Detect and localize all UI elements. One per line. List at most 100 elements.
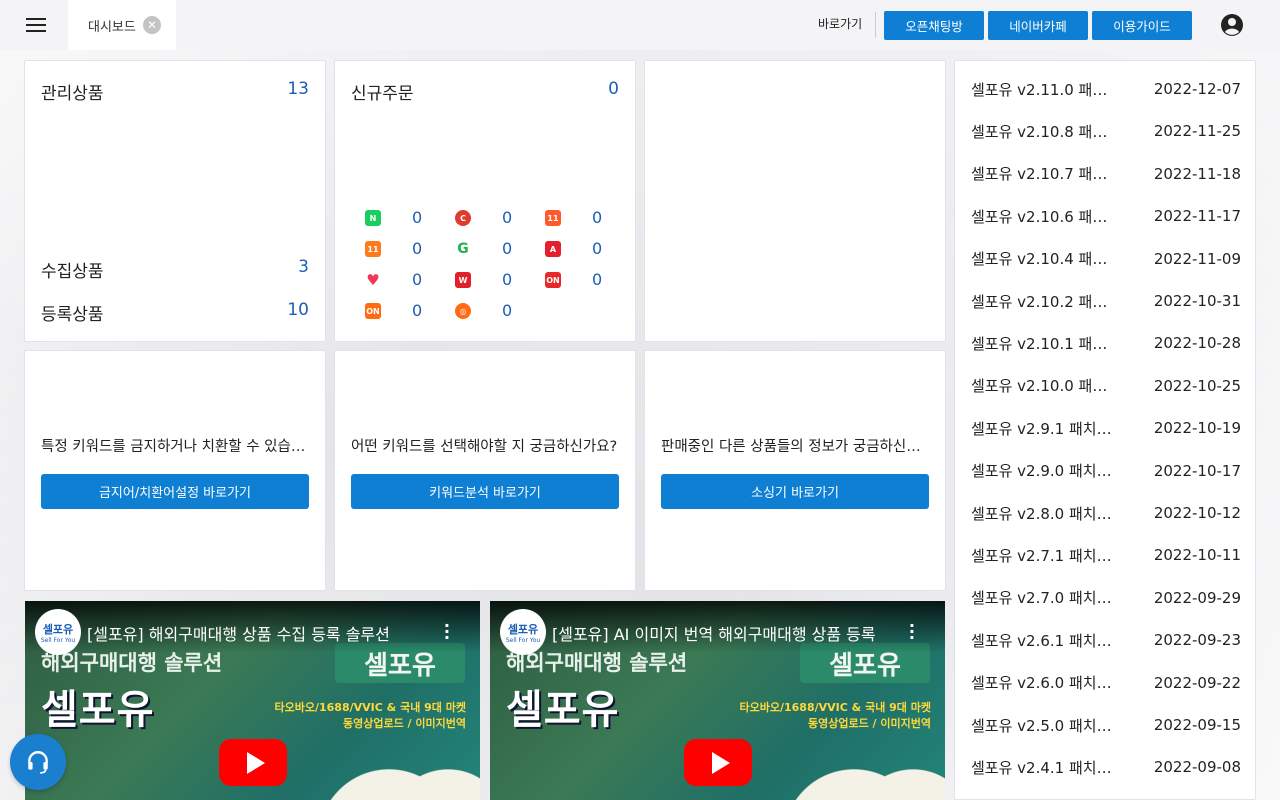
close-icon[interactable]: ✕ [143,16,161,34]
notice-item[interactable]: 셀포유 v2.10.0 패치노트 2022-10-25 [971,365,1241,407]
notice-date: 2022-09-22 [1153,673,1241,692]
notice-date: 2022-10-12 [1153,504,1241,522]
sourcing-button[interactable]: 소싱기 바로가기 [661,474,929,509]
market-order-count[interactable]: 0 [502,208,512,227]
promo-text: 특정 키워드를 금지하거나 치환할 수 있습니다. [41,439,309,455]
collected-products-label: 수집상품 [41,262,104,282]
market-order-count[interactable]: 0 [592,239,602,258]
forbidden-words-button[interactable]: 금지어/치환어설정 바로가기 [41,474,309,509]
notice-date: 2022-11-17 [1153,207,1241,226]
notice-item[interactable]: 셀포유 v2.9.0 패치노트 2022-10-17 [971,450,1241,492]
notice-item[interactable]: 셀포유 v2.10.4 패치노트 2022-11-09 [971,238,1241,280]
notice-item[interactable]: 셀포유 v2.6.0 패치노트 2022-09-22 [971,662,1241,704]
notice-title: 셀포유 v2.10.7 패치노트 [971,165,1121,184]
notice-item[interactable]: 셀포유 v2.10.1 패치노트 2022-10-28 [971,322,1241,364]
customer-support-button[interactable] [10,734,66,790]
managed-products-value[interactable]: 13 [287,79,309,99]
managed-products-label: 관리상품 [41,84,104,104]
collected-products-value[interactable]: 3 [298,257,309,277]
notice-title: 셀포유 v2.9.0 패치노트 [971,462,1121,481]
notice-date: 2022-11-25 [1153,122,1241,141]
notice-title: 셀포유 v2.6.0 패치노트 [971,674,1121,693]
notice-date: 2022-12-07 [1153,80,1241,98]
thumb-desc: 동영상업로드 / 이미지번역 [343,717,466,730]
gmarket-icon: G [455,241,471,257]
video-title[interactable]: [셀포유] 해외구매대행 상품 수집 등록 솔루션 [87,621,442,645]
notice-title: 셀포유 v2.8.0 패치노트 [971,504,1121,523]
notice-title: 셀포유 v2.10.6 패치노트 [971,207,1121,226]
thumb-desc: 동영상업로드 / 이미지번역 [808,717,931,730]
notice-title: 셀포유 v2.10.2 패치노트 [971,292,1121,311]
play-icon[interactable] [684,739,752,786]
video-player-2[interactable]: 해외구매대행 솔루션 셀포유 셀포유 타오바오/1688/VVIC & 국내 9… [490,601,945,800]
video-title[interactable]: [셀포유] AI 이미지 번역 해외구매대행 상품 등록 [552,621,907,645]
promo-card-keyword-analysis: 어떤 키워드를 선택해야할 지 궁금하신가요? 키워드분석 바로가기 [334,350,636,591]
user-guide-button[interactable]: 이용가이드 [1092,11,1192,40]
headset-icon [28,751,48,774]
notice-item[interactable]: 셀포유 v2.10.8 패치노트 2022-11-25 [971,110,1241,152]
notice-item[interactable]: 셀포유 v2.6.1 패치노트 2022-09-23 [971,619,1241,661]
channel-logo[interactable]: 셀포유 Sell For You [35,609,81,655]
11st-icon: 11 [545,210,561,226]
market-order-count[interactable]: 0 [412,301,422,320]
notice-item[interactable]: 셀포유 v2.7.1 패치노트 2022-10-11 [971,534,1241,576]
channel-logo-text: 셀포유 [507,622,539,636]
notice-date: 2022-10-28 [1153,334,1241,353]
notice-title: 셀포유 v2.7.1 패치노트 [971,546,1121,565]
market-order-count[interactable]: 0 [502,270,512,289]
notice-item[interactable]: 셀포유 v2.8.0 패치노트 2022-10-12 [971,492,1241,534]
registered-products-value[interactable]: 10 [287,300,309,320]
notice-date: 2022-09-23 [1153,631,1241,650]
account-icon[interactable] [1220,13,1244,37]
market-order-count[interactable]: 0 [502,239,512,258]
notice-item[interactable]: 셀포유 v2.10.7 패치노트 2022-11-18 [971,153,1241,195]
more-vert-icon[interactable]: · · · [444,618,450,646]
promo-card-forbidden-words: 특정 키워드를 금지하거나 치환할 수 있습니다. 금지어/치환어설정 바로가기 [24,350,326,591]
notice-item[interactable]: 셀포유 v2.5.0 패치노트 2022-09-15 [971,704,1241,746]
notice-title: 셀포유 v2.5.0 패치노트 [971,716,1121,735]
more-vert-icon[interactable]: · · · [909,618,915,646]
market-order-count[interactable]: 0 [412,239,422,258]
tab-dashboard[interactable]: 대시보드 ✕ [68,0,176,50]
market-order-count[interactable]: 0 [592,208,602,227]
hamburger-menu-icon[interactable] [20,15,52,35]
notice-item[interactable]: 셀포유 v2.10.6 패치노트 2022-11-17 [971,195,1241,237]
open-chat-button[interactable]: 오픈채팅방 [884,11,984,40]
notice-item[interactable]: 셀포유 v2.10.2 패치노트 2022-10-31 [971,280,1241,322]
thumb-desc: 타오바오/1688/VVIC & 국내 9대 마켓 [739,701,932,714]
market-order-count[interactable]: 0 [502,301,512,320]
interpark-icon: ◎ [455,303,471,319]
auction-icon: A [545,241,561,257]
play-icon[interactable] [219,739,287,786]
notice-title: 셀포유 v2.10.0 패치노트 [971,377,1121,396]
notice-date: 2022-09-08 [1153,758,1241,777]
video-player-1[interactable]: 해외구매대행 솔루션 셀포유 셀포유 타오바오/1688/VVIC & 국내 9… [25,601,480,800]
shortcut-label: 바로가기 [818,17,863,31]
empty-card [644,60,946,342]
notice-date: 2022-10-11 [1153,546,1241,565]
new-orders-label: 신규주문 [351,84,414,104]
new-orders-total[interactable]: 0 [608,79,619,99]
channel-logo[interactable]: 셀포유 Sell For You [500,609,546,655]
promo-text: 어떤 키워드를 선택해야할 지 궁금하신가요? [351,439,618,455]
notice-date: 2022-10-19 [1153,419,1241,438]
notice-date: 2022-09-15 [1153,716,1241,734]
notice-item[interactable]: 셀포유 v2.4.1 패치노트 2022-09-08 [971,746,1241,788]
heart-icon: ♥ [366,271,380,289]
naver-cafe-button[interactable]: 네이버카페 [988,11,1088,40]
tab-dashboard-label: 대시보드 [88,19,136,35]
product-stats-card: 관리상품 13 수집상품 3 등록상품 10 [24,60,326,342]
market-order-count[interactable]: 0 [412,208,422,227]
market-order-count[interactable]: 0 [412,270,422,289]
notice-item[interactable]: 셀포유 v2.7.0 패치노트 2022-09-29 [971,577,1241,619]
notice-title: 셀포유 v2.11.0 패치노트 [971,80,1121,99]
keyword-analysis-button[interactable]: 키워드분석 바로가기 [351,474,619,509]
11st-global-icon: 11 [365,241,381,257]
notice-item[interactable]: 셀포유 v2.11.0 패치노트 2022-12-07 [971,68,1241,110]
notice-item[interactable]: 셀포유 v2.9.1 패치노트 2022-10-19 [971,407,1241,449]
channel-logo-sub: Sell For You [505,636,541,644]
naver-icon: N [365,210,381,226]
market-order-count[interactable]: 0 [592,270,602,289]
coupang-icon: C [455,210,471,226]
notice-title: 셀포유 v2.7.0 패치노트 [971,589,1121,608]
